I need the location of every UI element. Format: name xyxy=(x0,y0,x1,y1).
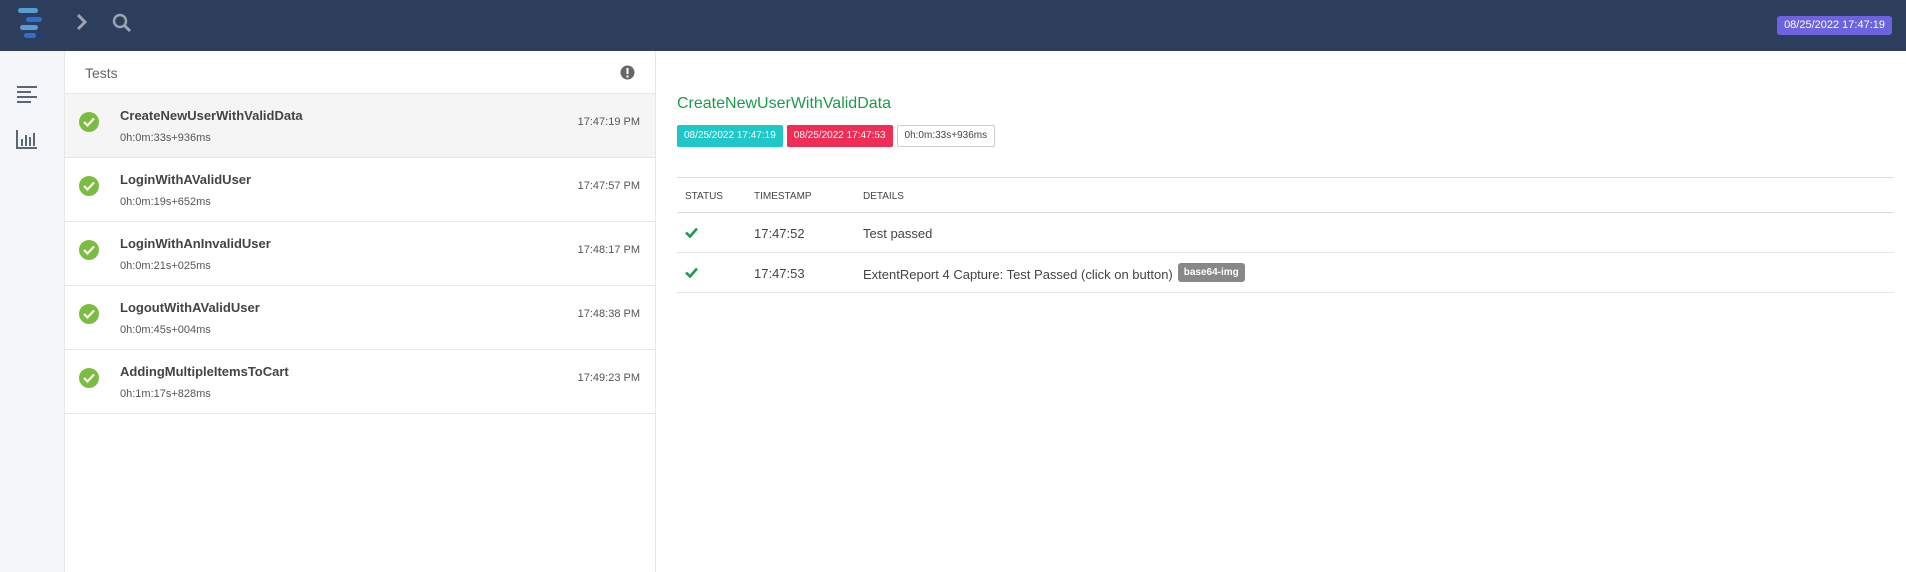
bar-chart-icon[interactable] xyxy=(15,128,39,150)
top-navbar: 08/25/2022 17:47:19 xyxy=(0,0,1906,51)
log-timestamp: 17:47:53 xyxy=(754,266,805,281)
test-name: LoginWithAnInvalidUser xyxy=(120,236,271,251)
test-list-item[interactable]: LoginWithAnInvalidUser 0h:0m:21s+025ms 1… xyxy=(65,222,655,286)
test-list-item[interactable]: AddingMultipleItemsToCart 0h:1m:17s+828m… xyxy=(65,350,655,414)
search-icon[interactable] xyxy=(112,13,132,33)
log-table: STATUS TIMESTAMP DETAILS 17:47:52 Test p… xyxy=(677,177,1894,293)
check-circle-icon xyxy=(79,112,99,132)
start-time-badge: 08/25/2022 17:47:19 xyxy=(677,125,783,147)
test-name: LoginWithAValidUser xyxy=(120,172,252,187)
list-icon[interactable] xyxy=(15,83,39,105)
log-details-text: Test passed xyxy=(863,226,933,241)
test-duration: 0h:0m:45s+004ms xyxy=(120,324,211,336)
base64-img-button[interactable]: base64-img xyxy=(1177,263,1245,282)
test-name: CreateNewUserWithValidData xyxy=(120,108,303,123)
test-duration: 0h:1m:17s+828ms xyxy=(120,388,211,400)
test-start-time: 17:48:38 PM xyxy=(577,308,640,320)
report-date-badge: 08/25/2022 17:47:19 xyxy=(1777,16,1892,35)
check-circle-icon xyxy=(79,304,99,324)
test-name: AddingMultipleItemsToCart xyxy=(120,364,289,379)
detail-badges: 08/25/2022 17:47:19 08/25/2022 17:47:53 … xyxy=(677,125,996,147)
test-duration: 0h:0m:21s+025ms xyxy=(120,260,211,272)
timestamp-column-header: TIMESTAMP xyxy=(754,191,812,202)
log-table-header: STATUS TIMESTAMP DETAILS xyxy=(677,177,1894,213)
end-time-badge: 08/25/2022 17:47:53 xyxy=(786,125,893,147)
test-list-panel: Tests CreateNewUserWithValidData 0h:0m:3… xyxy=(65,51,656,572)
pass-check-icon xyxy=(685,266,698,281)
log-details: ExtentReport 4 Capture: Test Passed (cli… xyxy=(863,263,1245,282)
detail-test-title: CreateNewUserWithValidData xyxy=(677,95,891,112)
test-duration: 0h:0m:19s+652ms xyxy=(120,196,211,208)
details-column-header: DETAILS xyxy=(863,191,904,202)
log-row: 17:47:53 ExtentReport 4 Capture: Test Pa… xyxy=(677,253,1894,293)
duration-badge: 0h:0m:33s+936ms xyxy=(896,125,996,147)
panel-title: Tests xyxy=(85,65,118,81)
test-start-time: 17:49:23 PM xyxy=(577,372,640,384)
test-list-item[interactable]: LoginWithAValidUser 0h:0m:19s+652ms 17:4… xyxy=(65,158,655,222)
test-list-item[interactable]: LogoutWithAValidUser 0h:0m:45s+004ms 17:… xyxy=(65,286,655,350)
pass-check-icon xyxy=(685,226,698,241)
test-duration: 0h:0m:33s+936ms xyxy=(120,132,211,144)
chevron-right-icon[interactable] xyxy=(74,13,90,31)
test-start-time: 17:47:57 PM xyxy=(577,180,640,192)
test-list-item[interactable]: CreateNewUserWithValidData 0h:0m:33s+936… xyxy=(65,94,655,158)
test-start-time: 17:47:19 PM xyxy=(577,116,640,128)
extent-logo-icon[interactable] xyxy=(16,6,46,40)
check-circle-icon xyxy=(79,176,99,196)
log-details-text: ExtentReport 4 Capture: Test Passed (cli… xyxy=(863,266,1173,282)
log-timestamp: 17:47:52 xyxy=(754,226,805,241)
left-sidebar xyxy=(0,51,65,572)
test-name: LogoutWithAValidUser xyxy=(120,300,260,315)
info-icon[interactable] xyxy=(620,65,635,80)
status-column-header: STATUS xyxy=(685,191,723,202)
check-circle-icon xyxy=(79,240,99,260)
log-details: Test passed xyxy=(863,226,932,241)
test-list-header: Tests xyxy=(65,51,655,94)
test-start-time: 17:48:17 PM xyxy=(577,244,640,256)
test-detail-panel: CreateNewUserWithValidData 08/25/2022 17… xyxy=(657,51,1906,572)
log-row: 17:47:52 Test passed xyxy=(677,213,1894,253)
check-circle-icon xyxy=(79,368,99,388)
